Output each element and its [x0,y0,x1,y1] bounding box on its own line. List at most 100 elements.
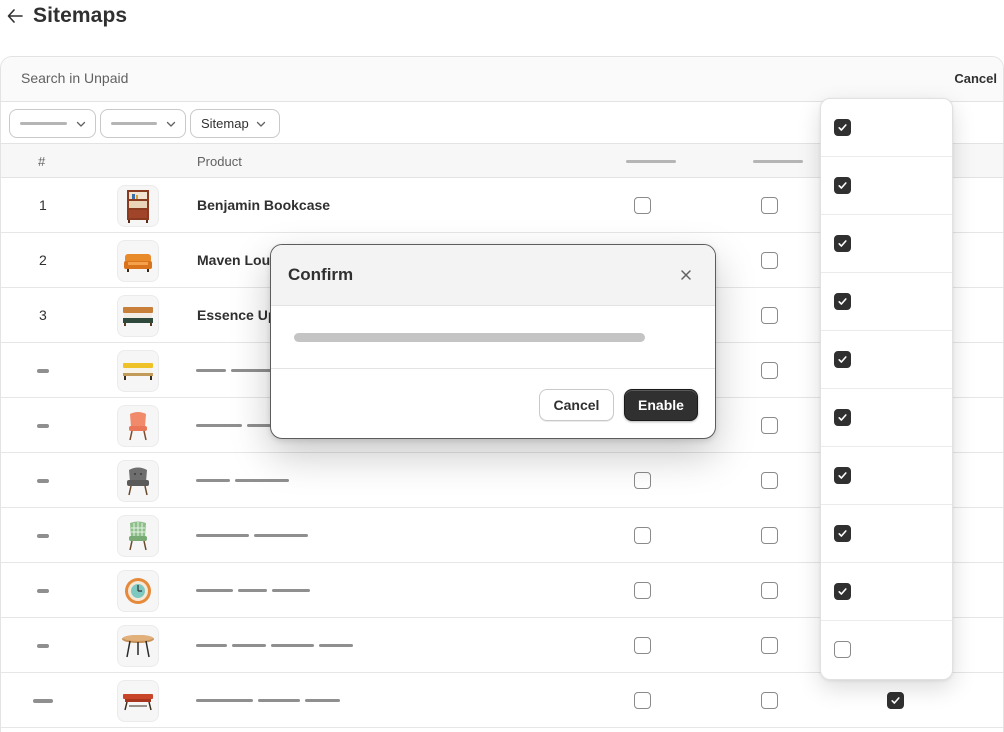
option-checkbox[interactable] [834,583,851,600]
row-number-placeholder [37,644,49,648]
row-number-placeholder [33,699,53,703]
row-checkbox[interactable] [761,692,778,709]
filter-pill-label: Sitemap [201,116,249,131]
row-checkbox[interactable] [634,527,651,544]
row-checkbox[interactable] [761,472,778,489]
bed-thumbnail [117,295,159,337]
product-name[interactable]: Benjamin Bookcase [197,197,330,213]
dropdown-option[interactable] [821,505,952,563]
row-number: 3 [39,307,47,323]
column-header-product: Product [197,154,242,169]
row-number-placeholder [37,369,49,373]
checkmark-icon [838,124,847,131]
option-checkbox[interactable] [834,177,851,194]
column-select-dropdown [820,98,953,680]
chevron-down-icon [255,118,267,130]
filter-pill-2[interactable] [100,109,186,138]
option-checkbox[interactable] [834,467,851,484]
chair-thumbnail [117,405,159,447]
checkmark-icon [838,472,847,479]
dropdown-option[interactable] [821,157,952,215]
row-number: 1 [39,197,47,213]
dropdown-option[interactable] [821,273,952,331]
dropdown-option[interactable] [821,99,952,157]
sofa-thumbnail [117,240,159,282]
dropdown-option[interactable] [821,215,952,273]
table-row[interactable] [1,673,1003,728]
product-name-placeholder [196,699,340,702]
row-checkbox[interactable] [634,582,651,599]
option-checkbox[interactable] [834,119,851,136]
row-checkbox[interactable] [634,472,651,489]
table-thumbnail [117,625,159,667]
product-name-placeholder [196,369,273,372]
dropdown-option[interactable] [821,563,952,621]
option-checkbox[interactable] [834,525,851,542]
row-checkbox[interactable] [761,637,778,654]
option-checkbox[interactable] [834,641,851,658]
dropdown-option[interactable] [821,621,952,679]
checkmark-icon [891,697,900,704]
confirm-modal: Confirm Cancel Enable [270,244,716,439]
bed-thumbnail [117,350,159,392]
checkmark-icon [838,182,847,189]
filter-pill-sitemap[interactable]: Sitemap [190,109,280,138]
row-number-placeholder [37,479,49,483]
option-checkbox[interactable] [834,351,851,368]
search-input[interactable] [21,70,621,86]
sitemaps-page: Sitemaps Cancel Sitemap # Product [0,0,1004,732]
page-title: Sitemaps [33,4,128,27]
row-checkbox[interactable] [887,692,904,709]
row-checkbox[interactable] [761,527,778,544]
enable-button[interactable]: Enable [624,389,698,421]
filter-pill-1[interactable] [9,109,96,138]
cancel-button[interactable]: Cancel [539,389,614,421]
column-header-number: # [38,154,46,169]
chevron-down-icon [75,118,87,130]
modal-message-placeholder [294,333,645,342]
product-name-placeholder [196,479,289,482]
filter-label-placeholder [20,122,67,125]
modal-body [271,306,715,369]
dropdown-option[interactable] [821,331,952,389]
product-name-placeholder [196,424,277,427]
row-number: 2 [39,252,47,268]
search-bar: Cancel [1,57,1003,102]
modal-header: Confirm [271,245,715,306]
option-checkbox[interactable] [834,293,851,310]
row-checkbox[interactable] [634,197,651,214]
checkmark-icon [838,414,847,421]
chair-thumbnail [117,460,159,502]
dropdown-option[interactable] [821,447,952,505]
coffee-table-thumbnail [117,680,159,722]
row-checkbox[interactable] [761,307,778,324]
row-number-placeholder [37,534,49,538]
row-checkbox[interactable] [761,252,778,269]
bookcase-thumbnail [117,185,159,227]
option-checkbox[interactable] [834,409,851,426]
row-checkbox[interactable] [634,637,651,654]
modal-title: Confirm [288,265,354,284]
row-checkbox[interactable] [761,417,778,434]
row-checkbox[interactable] [761,582,778,599]
product-name-placeholder [196,589,310,592]
chevron-down-icon [165,118,177,130]
filter-label-placeholder [111,122,157,125]
column-header-placeholder [626,160,676,163]
search-cancel-button[interactable]: Cancel [954,71,997,86]
row-number-placeholder [37,424,49,428]
product-name-placeholder [196,644,353,647]
chair-thumbnail [117,515,159,557]
close-icon[interactable] [677,266,695,284]
clock-thumbnail [117,570,159,612]
checkmark-icon [838,588,847,595]
checkmark-icon [838,298,847,305]
checkmark-icon [838,356,847,363]
row-number-placeholder [37,589,49,593]
row-checkbox[interactable] [634,692,651,709]
option-checkbox[interactable] [834,235,851,252]
row-checkbox[interactable] [761,362,778,379]
arrow-left-icon[interactable] [6,7,24,25]
row-checkbox[interactable] [761,197,778,214]
dropdown-option[interactable] [821,389,952,447]
